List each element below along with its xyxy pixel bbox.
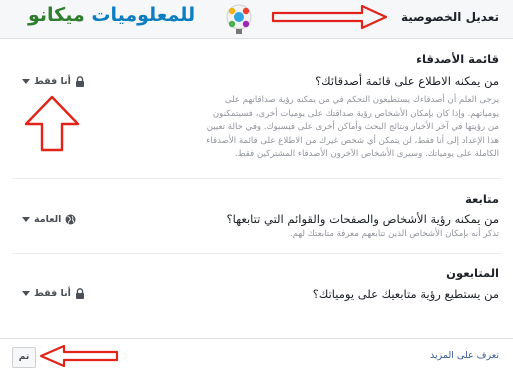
- audience-selector-followers[interactable]: أنا فقط: [22, 288, 85, 299]
- audience-label: العامة: [34, 214, 62, 225]
- logo-word-2: للمعلوميات: [91, 4, 196, 26]
- desc-line: من رؤيتها في آخر الأخبار ونتائج البحث وأ…: [206, 122, 499, 132]
- desc-line: الكاملة على يومياتك. وسيرى الأشخاص الآخر…: [234, 149, 499, 159]
- friends-list-section: قائمة الأصدقاء من يمكنه الاطلاع على قائم…: [19, 52, 499, 162]
- desc-line: تذكر أنه بإمكان الأشخاص الذين تتابعهم مع…: [289, 229, 499, 239]
- chevron-down-icon: [22, 291, 30, 296]
- arrow-up-annotation-icon: [24, 95, 80, 152]
- arrow-right-annotation-icon: [271, 4, 388, 30]
- desc-line: يرجى العلم أن أصدقاءك يستطيعون التحكم في…: [224, 95, 499, 105]
- chevron-down-icon: [22, 217, 30, 222]
- section-description: يرجى العلم أن أصدقاءك يستطيعون التحكم في…: [199, 94, 499, 162]
- section-question: من يستطيع رؤية متابعيك على يومياتك؟: [312, 287, 499, 301]
- audience-label: أنا فقط: [34, 288, 71, 299]
- section-question: من يمكنه رؤية الأشخاص والصفحات والقوائم …: [226, 212, 499, 226]
- dialog-header: للمعلوميات ميكانو تعديل الخصوصية: [0, 0, 513, 39]
- section-heading: المتابعون: [446, 266, 499, 280]
- audience-label: أنا فقط: [34, 76, 71, 87]
- lock-icon: [75, 76, 84, 87]
- section-divider: [12, 253, 501, 254]
- site-logo: للمعلوميات ميكانو: [8, 2, 258, 34]
- done-button[interactable]: تم: [12, 347, 36, 368]
- dialog-title: تعديل الخصوصية: [401, 10, 499, 24]
- desc-line: هذا الإعداد إلى أنا فقط، لن يتمكن أي شخص…: [206, 135, 499, 146]
- following-section: متابعة من يمكنه رؤية الأشخاص والصفحات وا…: [19, 192, 499, 242]
- logo-word-1: ميكانو: [28, 4, 85, 26]
- section-heading: قائمة الأصدقاء: [416, 52, 499, 66]
- section-question: من يمكنه الاطلاع على قائمة أصدقائك؟: [315, 74, 499, 88]
- lock-icon: [75, 288, 84, 299]
- gear-bulb-icon: [226, 4, 252, 34]
- followers-section: المتابعون من يستطيع رؤية متابعيك على يوم…: [19, 266, 499, 301]
- section-description: تذكر أنه بإمكان الأشخاص الذين تتابعهم مع…: [19, 228, 499, 242]
- section-divider: [12, 178, 501, 179]
- globe-icon: [65, 214, 76, 225]
- desc-line: يومياتهم. وإذا كان بإمكان الأشخاص رؤية ص…: [212, 108, 499, 119]
- arrow-left-annotation-icon: [39, 344, 119, 368]
- footer-divider: [0, 338, 513, 339]
- section-heading: متابعة: [465, 192, 499, 206]
- audience-selector-friends-list[interactable]: أنا فقط: [22, 76, 85, 87]
- audience-selector-following[interactable]: العامة: [22, 214, 76, 225]
- learn-more-link[interactable]: تعرف على المزيد: [430, 350, 499, 361]
- chevron-down-icon: [22, 79, 30, 84]
- logo-text: للمعلوميات ميكانو: [28, 4, 195, 26]
